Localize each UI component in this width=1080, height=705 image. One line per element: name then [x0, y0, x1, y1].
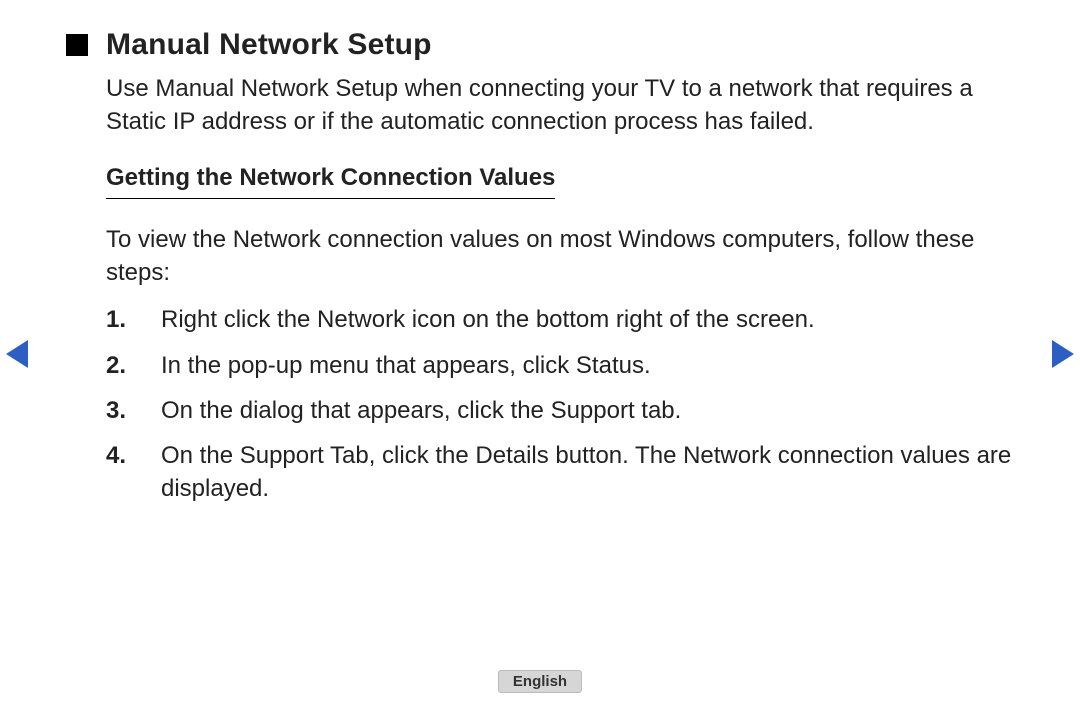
step-text: Right click the Network icon on the bott…	[161, 303, 1014, 336]
title-row: Manual Network Setup	[66, 28, 1014, 62]
intro-paragraph: Use Manual Network Setup when connecting…	[106, 72, 1014, 138]
next-page-button[interactable]	[1052, 340, 1074, 368]
step-text: On the dialog that appears, click the Su…	[161, 394, 1014, 427]
list-item: 1 Right click the Network icon on the bo…	[106, 303, 1014, 336]
page-title: Manual Network Setup	[106, 28, 432, 62]
steps-list: 1 Right click the Network icon on the bo…	[106, 303, 1014, 505]
step-number: 1	[106, 303, 161, 336]
step-text: In the pop-up menu that appears, click S…	[161, 349, 1014, 382]
subheading: Getting the Network Connection Values	[106, 164, 555, 199]
list-item: 3 On the dialog that appears, click the …	[106, 394, 1014, 427]
lead-paragraph: To view the Network connection values on…	[106, 223, 1014, 289]
prev-page-button[interactable]	[6, 340, 28, 368]
step-text: On the Support Tab, click the Details bu…	[161, 439, 1014, 505]
step-number: 4	[106, 439, 161, 505]
step-number: 3	[106, 394, 161, 427]
document-page: Manual Network Setup Use Manual Network …	[0, 0, 1080, 705]
list-item: 4 On the Support Tab, click the Details …	[106, 439, 1014, 505]
list-item: 2 In the pop-up menu that appears, click…	[106, 349, 1014, 382]
content-area: Manual Network Setup Use Manual Network …	[66, 28, 1014, 505]
subheading-wrap: Getting the Network Connection Values	[106, 164, 555, 199]
language-badge[interactable]: English	[498, 670, 582, 693]
square-bullet-icon	[66, 34, 88, 56]
triangle-right-icon	[1052, 340, 1074, 368]
triangle-left-icon	[6, 340, 28, 368]
step-number: 2	[106, 349, 161, 382]
